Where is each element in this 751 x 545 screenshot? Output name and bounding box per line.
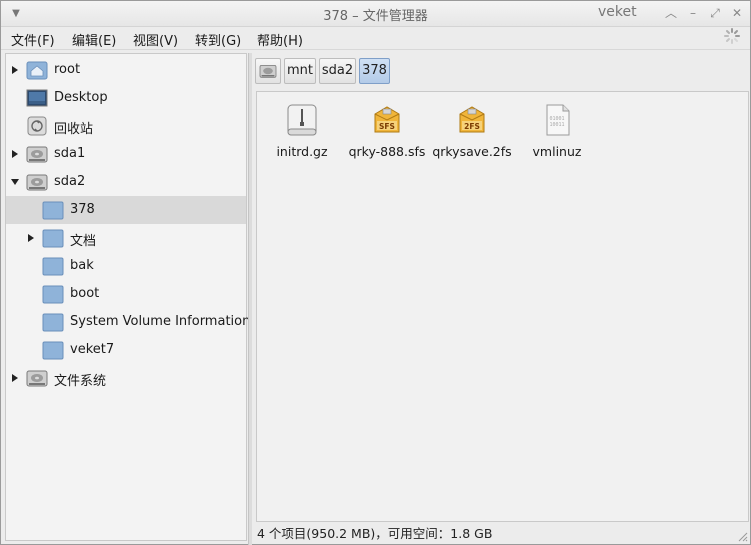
tree-item-documents[interactable]: 文档 <box>6 224 246 252</box>
tree-item-veket7[interactable]: veket7 <box>6 336 246 364</box>
minimize-icon[interactable]: – <box>686 6 700 20</box>
tree-item-label: sda2 <box>54 174 86 189</box>
sfs-package-icon: SFS <box>374 106 400 133</box>
folder-icon <box>42 313 64 332</box>
tree-item-sda1[interactable]: sda1 <box>6 140 246 168</box>
file-item-vmlinuz[interactable]: 01001 10011 vmlinuz <box>514 102 600 160</box>
tree-item-boot[interactable]: boot <box>6 280 246 308</box>
tree-item-378[interactable]: 378 <box>6 196 246 224</box>
folder-icon <box>42 285 64 304</box>
drive-icon <box>259 65 277 78</box>
tree-item-label: System Volume Information <box>70 314 251 329</box>
shade-icon[interactable]: ︿ <box>664 6 678 20</box>
tree-item-system-volume-information[interactable]: System Volume Information <box>6 308 250 336</box>
sfs-package-icon: 2FS <box>459 106 485 133</box>
file-name: qrkysave.2fs <box>432 144 512 159</box>
file-view[interactable]: initrd.gz SFS qrky-888.sfs 2FS qrkysave.… <box>256 91 749 522</box>
folder-icon <box>42 341 64 360</box>
status-bar: 4 个项目(950.2 MB)，可用空间：1.8 GB <box>257 526 493 541</box>
close-icon[interactable]: ✕ <box>730 6 744 20</box>
file-item-initrd[interactable]: initrd.gz <box>259 102 345 160</box>
expander-collapsed-icon[interactable] <box>26 233 36 243</box>
expander-collapsed-icon[interactable] <box>10 373 20 383</box>
desktop-icon <box>26 89 48 107</box>
menu-go[interactable]: 转到(G) <box>195 30 241 49</box>
tree-item-trash[interactable]: 回收站 <box>6 112 246 140</box>
window-title: 378 – 文件管理器 <box>323 9 428 24</box>
folder-icon <box>42 257 64 276</box>
menu-bar: 文件(F) 编辑(E) 视图(V) 转到(G) 帮助(H) <box>1 27 750 50</box>
menu-file[interactable]: 文件(F) <box>11 30 55 49</box>
path-bar: mnt sda2 378 <box>255 57 749 85</box>
path-crumb-mnt[interactable]: mnt <box>284 58 316 84</box>
path-crumb-drive[interactable] <box>255 58 281 84</box>
tree-item-sda2[interactable]: sda2 <box>6 168 246 196</box>
tree-item-label: 文档 <box>70 234 97 249</box>
path-crumb-378[interactable]: 378 <box>359 58 390 84</box>
svg-text:10011: 10011 <box>549 122 564 128</box>
file-name: initrd.gz <box>276 144 328 159</box>
menu-edit[interactable]: 编辑(E) <box>72 30 116 49</box>
directory-tree[interactable]: root Desktop 回收站 sda1 sda2 378 文档 bak bo… <box>5 53 250 541</box>
expander-expanded-icon[interactable] <box>10 177 20 187</box>
tree-item-label: boot <box>70 286 100 301</box>
file-name: qrky-888.sfs <box>348 144 426 159</box>
tree-item-label: Desktop <box>54 90 108 105</box>
tree-item-bak[interactable]: bak <box>6 252 246 280</box>
tree-item-desktop[interactable]: Desktop <box>6 84 246 112</box>
menu-help[interactable]: 帮助(H) <box>257 30 303 49</box>
path-crumb-sda2[interactable]: sda2 <box>319 58 356 84</box>
resize-grip-icon[interactable] <box>736 530 748 542</box>
title-bar[interactable]: ▼ 378 – 文件管理器 veket ︿ – ⤢ ✕ <box>1 1 750 27</box>
folder-icon <box>42 229 64 248</box>
drive-icon <box>26 146 48 163</box>
file-manager-window: ▼ 378 – 文件管理器 veket ︿ – ⤢ ✕ 文件(F) 编辑(E) … <box>0 0 751 545</box>
file-item-qrky-sfs[interactable]: SFS qrky-888.sfs <box>344 102 430 160</box>
maximize-icon[interactable]: ⤢ <box>708 6 722 20</box>
trash-icon <box>27 116 47 136</box>
archive-icon <box>287 104 317 136</box>
svg-text:SFS: SFS <box>379 122 395 131</box>
menu-view[interactable]: 视图(V) <box>133 30 178 49</box>
tree-item-label: sda1 <box>54 146 86 161</box>
tree-item-label: root <box>54 62 81 77</box>
drive-icon <box>26 370 48 387</box>
tree-item-label: bak <box>70 258 94 273</box>
drive-icon <box>26 174 48 191</box>
expander-collapsed-icon[interactable] <box>10 149 20 159</box>
expander-collapsed-icon[interactable] <box>10 65 20 75</box>
svg-text:2FS: 2FS <box>464 122 480 131</box>
folder-icon <box>42 201 64 220</box>
tree-item-filesystem[interactable]: 文件系统 <box>6 364 246 392</box>
file-name: vmlinuz <box>532 144 582 159</box>
tree-item-label: 回收站 <box>54 122 94 137</box>
window-brand: veket <box>598 4 637 20</box>
tree-item-label: 378 <box>70 202 95 217</box>
file-item-qrkysave-2fs[interactable]: 2FS qrkysave.2fs <box>429 102 515 160</box>
tree-item-label: 文件系统 <box>54 374 107 389</box>
tree-item-label: veket7 <box>70 342 115 357</box>
pane-splitter[interactable] <box>248 53 252 545</box>
loading-spinner-icon <box>724 28 740 44</box>
home-folder-icon <box>26 61 48 80</box>
binary-file-icon: 01001 10011 <box>546 104 570 136</box>
tree-item-root[interactable]: root <box>6 56 246 84</box>
